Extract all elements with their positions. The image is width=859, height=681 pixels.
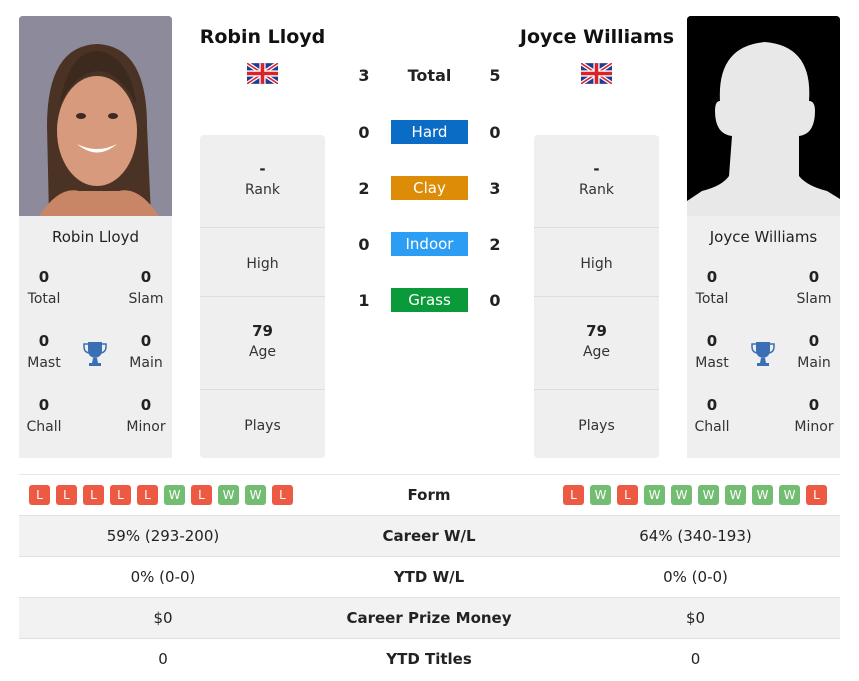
player1-slam-titles: 0 Slam — [128, 268, 164, 307]
h2h-hard-row: 0 Hard 0 — [340, 120, 520, 144]
trophy-icon — [751, 342, 775, 366]
h2h-total-row: 3 Total 5 — [340, 63, 520, 87]
form-win-badge[interactable]: W — [644, 485, 665, 505]
player1-career-wl: 59% (293-200) — [106, 527, 220, 545]
player1-age: 79 Age — [200, 297, 325, 390]
player1-main-titles: 0 Main — [129, 332, 163, 371]
player1-mast-titles: 0 Mast — [27, 332, 61, 371]
form-loss-badge[interactable]: L — [272, 485, 293, 505]
player1-rank: - Rank — [200, 135, 325, 228]
player2-photo — [687, 16, 840, 216]
player1-card-name[interactable]: Robin Lloyd — [19, 228, 172, 246]
player2-total-titles: 0 Total — [695, 268, 729, 307]
h2h-clay-p1: 2 — [358, 179, 370, 198]
form-win-badge[interactable]: W — [779, 485, 800, 505]
player2-rank: - Rank — [534, 135, 659, 228]
ytd-titles-label: YTD Titles — [386, 650, 472, 668]
player2-rank-box: - Rank High 79 Age Plays — [534, 135, 659, 458]
h2h-grass-p1: 1 — [358, 291, 370, 310]
player1-ytd-wl: 0% (0-0) — [130, 568, 196, 586]
player1-chall-titles: 0 Chall — [26, 396, 62, 435]
ytd-wl-row: 0% (0-0) YTD W/L 0% (0-0) — [19, 556, 840, 597]
player2-minor-titles: 0 Minor — [794, 396, 834, 435]
player2-ytd-titles: 0 — [690, 650, 701, 668]
surface-hard-badge[interactable]: Hard — [391, 120, 468, 144]
player2-chall-titles: 0 Chall — [694, 396, 730, 435]
form-loss-badge[interactable]: L — [110, 485, 131, 505]
uk-flag-icon — [581, 63, 612, 84]
prize-money-row: $0 Career Prize Money $0 — [19, 597, 840, 638]
h2h-indoor-p2: 2 — [489, 235, 501, 254]
surface-clay-badge[interactable]: Clay — [391, 176, 468, 200]
player2-card-name[interactable]: Joyce Williams — [687, 228, 840, 246]
player1-name-heading[interactable]: Robin Lloyd — [180, 26, 345, 48]
player2-high: High — [534, 228, 659, 297]
h2h-total-p2: 5 — [489, 66, 501, 85]
surface-indoor-badge[interactable]: Indoor — [391, 232, 468, 256]
form-win-badge[interactable]: W — [245, 485, 266, 505]
form-label: Form — [407, 486, 451, 504]
career-wl-label: Career W/L — [382, 527, 476, 545]
form-loss-badge[interactable]: L — [56, 485, 77, 505]
prize-money-label: Career Prize Money — [346, 609, 512, 627]
player1-prize-money: $0 — [153, 609, 173, 627]
player1-rank-box: - Rank High 79 Age Plays — [200, 135, 325, 458]
form-loss-badge[interactable]: L — [137, 485, 158, 505]
player1-high: High — [200, 228, 325, 297]
ytd-titles-row: 0 YTD Titles 0 — [19, 638, 840, 679]
h2h-hard-p1: 0 — [358, 123, 370, 142]
h2h-indoor-p1: 0 — [358, 235, 370, 254]
form-loss-badge[interactable]: L — [617, 485, 638, 505]
player1-ytd-titles: 0 — [158, 650, 168, 668]
player2-slam-titles: 0 Slam — [796, 268, 832, 307]
player1-total-titles: 0 Total — [27, 268, 61, 307]
player2-prize-money: $0 — [685, 609, 706, 627]
player2-plays: Plays — [578, 418, 615, 434]
form-loss-badge[interactable]: L — [563, 485, 584, 505]
form-win-badge[interactable]: W — [671, 485, 692, 505]
player2-name-heading[interactable]: Joyce Williams — [512, 26, 682, 48]
form-loss-badge[interactable]: L — [191, 485, 212, 505]
h2h-total-p1: 3 — [358, 66, 370, 85]
h2h-indoor-row: 0 Indoor 2 — [340, 232, 520, 256]
player2-career-wl: 64% (340-193) — [639, 527, 752, 545]
player2-titles-card: Joyce Williams 0 Total 0 Slam 0 Mast 0 Main … — [687, 216, 840, 458]
h2h-grass-row: 1 Grass 0 — [340, 288, 520, 312]
uk-flag-icon — [247, 63, 278, 84]
form-loss-badge[interactable]: L — [29, 485, 50, 505]
form-loss-badge[interactable]: L — [806, 485, 827, 505]
player2-ytd-wl: 0% (0-0) — [663, 568, 728, 586]
player1-photo — [19, 16, 172, 216]
h2h-total-label: Total — [407, 66, 452, 85]
form-win-badge[interactable]: W — [590, 485, 611, 505]
player1-titles-card: Robin Lloyd 0 Total 0 Slam 0 Mast 0 Main 0 Ch… — [19, 216, 172, 458]
player1-form-badges: LLLLLWLWWL — [29, 485, 293, 505]
player2-age: 79 Age — [534, 297, 659, 390]
h2h-clay-p2: 3 — [489, 179, 501, 198]
form-win-badge[interactable]: W — [218, 485, 239, 505]
h2h-grass-p2: 0 — [489, 291, 501, 310]
player1-minor-titles: 0 Minor — [126, 396, 166, 435]
surface-grass-badge[interactable]: Grass — [391, 288, 468, 312]
player2-main-titles: 0 Main — [797, 332, 831, 371]
career-wl-row: 59% (293-200) Career W/L 64% (340-193) — [19, 515, 840, 556]
form-win-badge[interactable]: W — [698, 485, 719, 505]
form-win-badge[interactable]: W — [752, 485, 773, 505]
form-loss-badge[interactable]: L — [83, 485, 104, 505]
player2-silhouette-image — [687, 16, 840, 216]
form-row: LLLLLWLWWL Form LWLWWWWWWL — [19, 474, 840, 515]
player2-form-badges: LWLWWWWWWL — [563, 485, 827, 505]
trophy-icon — [83, 342, 107, 366]
h2h-hard-p2: 0 — [489, 123, 501, 142]
h2h-clay-row: 2 Clay 3 — [340, 176, 520, 200]
form-win-badge[interactable]: W — [725, 485, 746, 505]
player2-mast-titles: 0 Mast — [695, 332, 729, 371]
form-win-badge[interactable]: W — [164, 485, 185, 505]
ytd-wl-label: YTD W/L — [393, 568, 465, 586]
player1-portrait-image — [19, 16, 172, 216]
player1-plays: Plays — [244, 418, 281, 434]
